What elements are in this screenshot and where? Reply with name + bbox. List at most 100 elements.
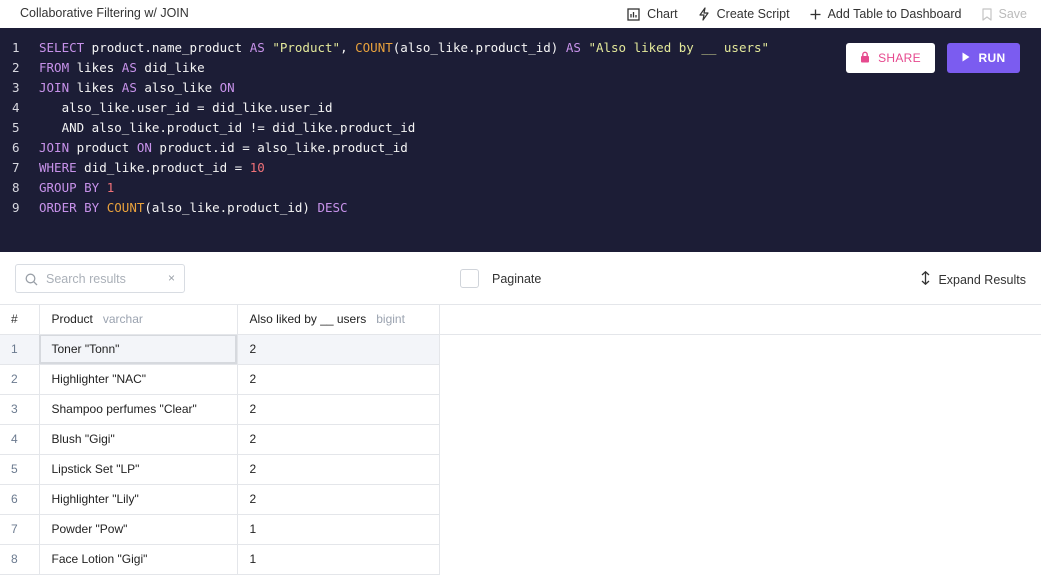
row-number: 2 <box>0 364 40 395</box>
sql-editor[interactable]: 1 SELECT product.name_product AS "Product… <box>0 28 1041 252</box>
product-cell[interactable]: Highlighter "NAC" <box>39 364 238 395</box>
code-line[interactable]: 3 JOIN likes AS also_like ON <box>0 78 769 98</box>
create-script-label: Create Script <box>716 7 790 21</box>
table-row[interactable]: 2 Highlighter "NAC" 2 <box>0 364 440 395</box>
code-token: 10 <box>249 160 265 175</box>
code-token: 1 <box>106 180 115 195</box>
line-number: 5 <box>12 120 20 135</box>
query-title[interactable]: Collaborative Filtering w/ JOIN <box>20 6 189 20</box>
column-header-product[interactable]: Product varchar <box>39 304 238 334</box>
code-token: also_like <box>136 80 220 95</box>
row-number: 5 <box>0 454 40 485</box>
line-number: 2 <box>12 60 20 75</box>
code-token: COUNT <box>355 40 393 55</box>
line-number: 4 <box>12 100 20 115</box>
search-results-field[interactable]: × <box>15 264 185 293</box>
code-token: ORDER BY <box>39 200 100 215</box>
table-row[interactable]: 3 Shampoo perfumes "Clear" 2 <box>0 394 440 425</box>
code-area[interactable]: 1 SELECT product.name_product AS "Product… <box>0 38 769 218</box>
count-cell[interactable]: 2 <box>237 364 440 395</box>
code-token: SELECT <box>39 40 85 55</box>
table-row[interactable]: 7 Powder "Pow" 1 <box>0 514 440 545</box>
chart-icon <box>627 7 640 21</box>
count-cell[interactable]: 2 <box>237 334 440 365</box>
paginate-toggle[interactable]: Paginate <box>460 269 541 288</box>
column-label: Product <box>51 312 93 326</box>
product-cell[interactable]: Lipstick Set "LP" <box>39 454 238 485</box>
line-number: 3 <box>12 80 20 95</box>
table-row[interactable]: 4 Blush "Gigi" 2 <box>0 424 440 455</box>
line-number: 9 <box>12 200 20 215</box>
add-table-to-dashboard-button[interactable]: Add Table to Dashboard <box>810 7 962 21</box>
code-line[interactable]: 8 GROUP BY 1 <box>0 178 769 198</box>
expand-results-button[interactable]: Expand Results <box>921 270 1026 288</box>
count-cell[interactable]: 2 <box>237 484 440 515</box>
count-cell[interactable]: 2 <box>237 394 440 425</box>
table-row[interactable]: 1 Toner "Tonn" 2 <box>0 334 440 365</box>
code-line[interactable]: 4 also_like.user_id = did_like.user_id <box>0 98 769 118</box>
top-bar: Collaborative Filtering w/ JOIN Chart Cr… <box>0 0 1041 28</box>
count-cell[interactable]: 1 <box>237 514 440 545</box>
clear-search-icon[interactable]: × <box>168 271 175 285</box>
code-token: COUNT <box>106 200 145 215</box>
column-header-also-liked[interactable]: Also liked by __ users bigint <box>237 304 440 334</box>
share-button[interactable]: SHARE <box>846 43 935 73</box>
chart-button[interactable]: Chart <box>627 7 678 21</box>
code-line[interactable]: 2 FROM likes AS did_like <box>0 58 769 78</box>
product-cell[interactable]: Highlighter "Lily" <box>39 484 238 515</box>
search-input[interactable] <box>46 270 164 288</box>
save-button[interactable]: Save <box>981 7 1028 21</box>
run-button[interactable]: RUN <box>947 43 1020 73</box>
create-script-button[interactable]: Create Script <box>698 7 790 21</box>
paginate-checkbox[interactable] <box>460 269 479 288</box>
code-token: likes <box>69 60 122 75</box>
bookmark-icon <box>981 7 992 21</box>
table-row[interactable]: 5 Lipstick Set "LP" 2 <box>0 454 440 485</box>
add-table-label: Add Table to Dashboard <box>827 7 962 21</box>
code-token: product.id = also_like.product_id <box>151 140 408 155</box>
code-line[interactable]: 9 ORDER BY COUNT (also_like.product_id) DE… <box>0 198 769 218</box>
code-token: "Product" <box>264 40 341 55</box>
code-token: "Also liked by __ users" <box>580 40 770 55</box>
code-line[interactable]: 6 JOIN product ON product.id = also_like.… <box>0 138 769 158</box>
product-cell[interactable]: Shampoo perfumes "Clear" <box>39 394 238 425</box>
code-token: (also_like.product_id) <box>144 200 318 215</box>
line-number: 1 <box>12 40 20 55</box>
plus-icon <box>810 9 821 20</box>
share-label: SHARE <box>878 51 921 65</box>
run-label: RUN <box>978 51 1006 65</box>
code-token: WHERE <box>39 160 77 175</box>
line-number: 8 <box>12 180 20 195</box>
save-label: Save <box>998 7 1028 21</box>
code-token: did_like.product_id = <box>76 160 250 175</box>
bolt-icon <box>698 7 710 21</box>
code-token: GROUP BY <box>39 180 100 195</box>
code-line[interactable]: 1 SELECT product.name_product AS "Product… <box>0 38 769 58</box>
code-line[interactable]: 7 WHERE did_like.product_id = 10 <box>0 158 769 178</box>
product-cell[interactable]: Blush "Gigi" <box>39 424 238 455</box>
column-type: varchar <box>102 312 143 326</box>
paginate-label: Paginate <box>492 271 542 286</box>
count-cell[interactable]: 2 <box>237 454 440 485</box>
count-cell[interactable]: 2 <box>237 424 440 455</box>
divider <box>0 334 1041 335</box>
lock-icon <box>860 51 870 66</box>
product-cell[interactable]: Face Lotion "Gigi" <box>39 544 238 575</box>
code-token: , <box>340 40 356 55</box>
column-header-index[interactable]: # <box>0 304 40 334</box>
chart-label: Chart <box>647 7 678 21</box>
search-icon <box>25 273 38 291</box>
table-row[interactable]: 6 Highlighter "Lily" 2 <box>0 484 440 515</box>
code-token: likes <box>69 80 122 95</box>
toolbar-actions: Chart Create Script Add Table to Dashboa… <box>627 0 1027 28</box>
product-cell[interactable]: Toner "Tonn" <box>39 334 238 365</box>
code-token: AS <box>565 40 581 55</box>
line-number: 7 <box>12 160 20 175</box>
code-line[interactable]: 5 AND also_like.product_id != did_like.p… <box>0 118 769 138</box>
table-row[interactable]: 8 Face Lotion "Gigi" 1 <box>0 544 440 575</box>
product-cell[interactable]: Powder "Pow" <box>39 514 238 545</box>
results-table: # Product varchar Also liked by __ users b… <box>0 304 440 575</box>
count-cell[interactable]: 1 <box>237 544 440 575</box>
